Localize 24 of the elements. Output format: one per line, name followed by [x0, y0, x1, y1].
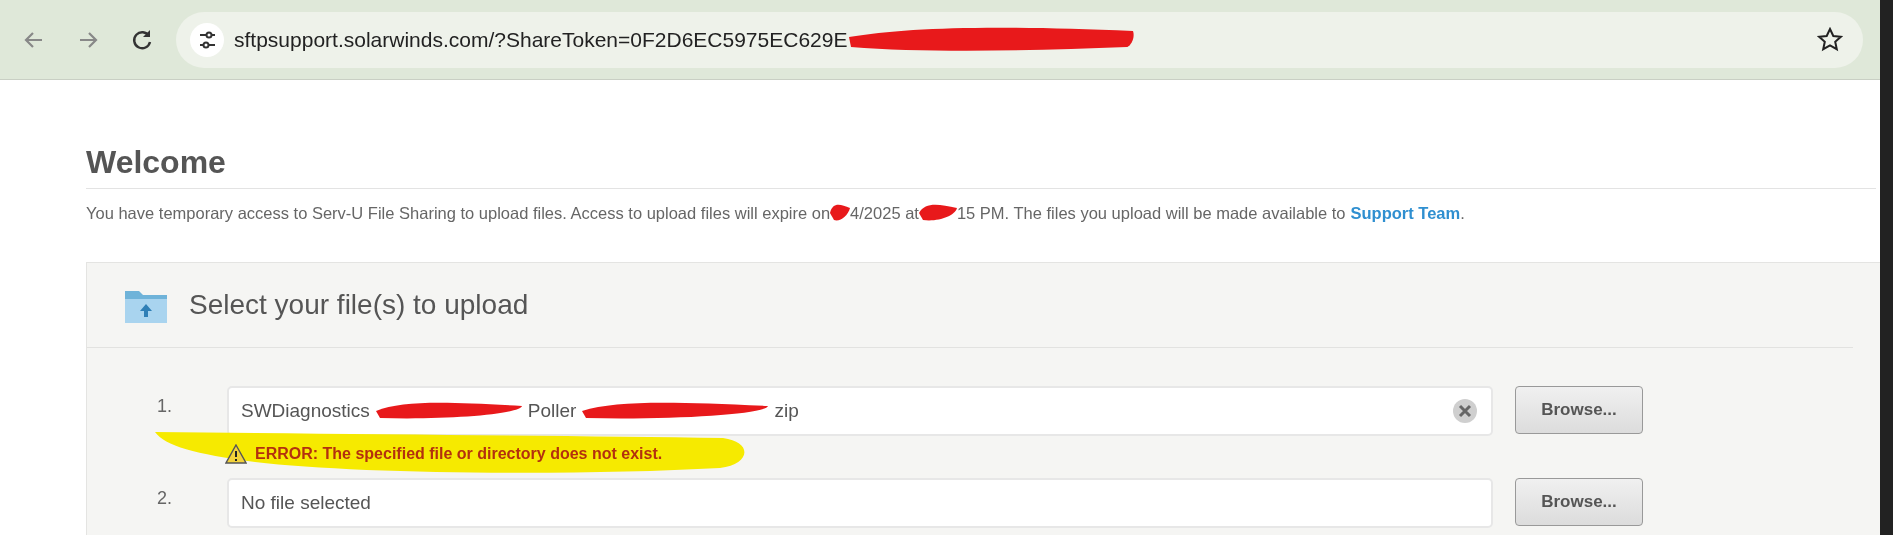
bookmark-star-icon[interactable] — [1817, 26, 1843, 53]
file-field[interactable]: No file selected — [227, 478, 1493, 528]
browse-button[interactable]: Browse... — [1515, 478, 1643, 526]
browse-button[interactable]: Browse... — [1515, 386, 1643, 434]
clear-icon[interactable] — [1451, 397, 1479, 425]
address-bar[interactable]: sftpsupport.solarwinds.com/?ShareToken=0F2D6EC5975EC629E — [176, 11, 1863, 68]
file-name-text: SWDiagnostics — [241, 400, 370, 422]
file-name-text: Poller — [527, 400, 577, 422]
page-title: Welcome — [86, 142, 1876, 189]
notice-text: 15 PM. The files you upload will be made available to — [956, 203, 1346, 223]
notice-text: . — [1460, 203, 1465, 223]
file-field[interactable]: SWDiagnostics Poller zip — [227, 386, 1493, 436]
support-team-link[interactable]: Support Team — [1350, 203, 1461, 223]
notice-text: 4/2025 at — [850, 203, 919, 223]
error-message: ERROR: The specified file or directory does not exist. — [255, 445, 663, 463]
row-number: 1. — [157, 395, 173, 417]
file-name-text: zip — [774, 400, 799, 422]
row-number: 2. — [157, 487, 173, 509]
site-settings-icon[interactable] — [190, 22, 224, 57]
notice-text: You have temporary access to Serv-U File Sharing to upload files. Access to upload files will expire on — [86, 203, 831, 223]
placeholder-text: No file selected — [241, 492, 371, 514]
upload-heading: Select your file(s) to upload — [189, 289, 529, 321]
warning-icon — [225, 444, 247, 464]
url-text: sftpsupport.solarwinds.com/?ShareToken=0F2D6EC5975EC629E — [234, 27, 848, 52]
